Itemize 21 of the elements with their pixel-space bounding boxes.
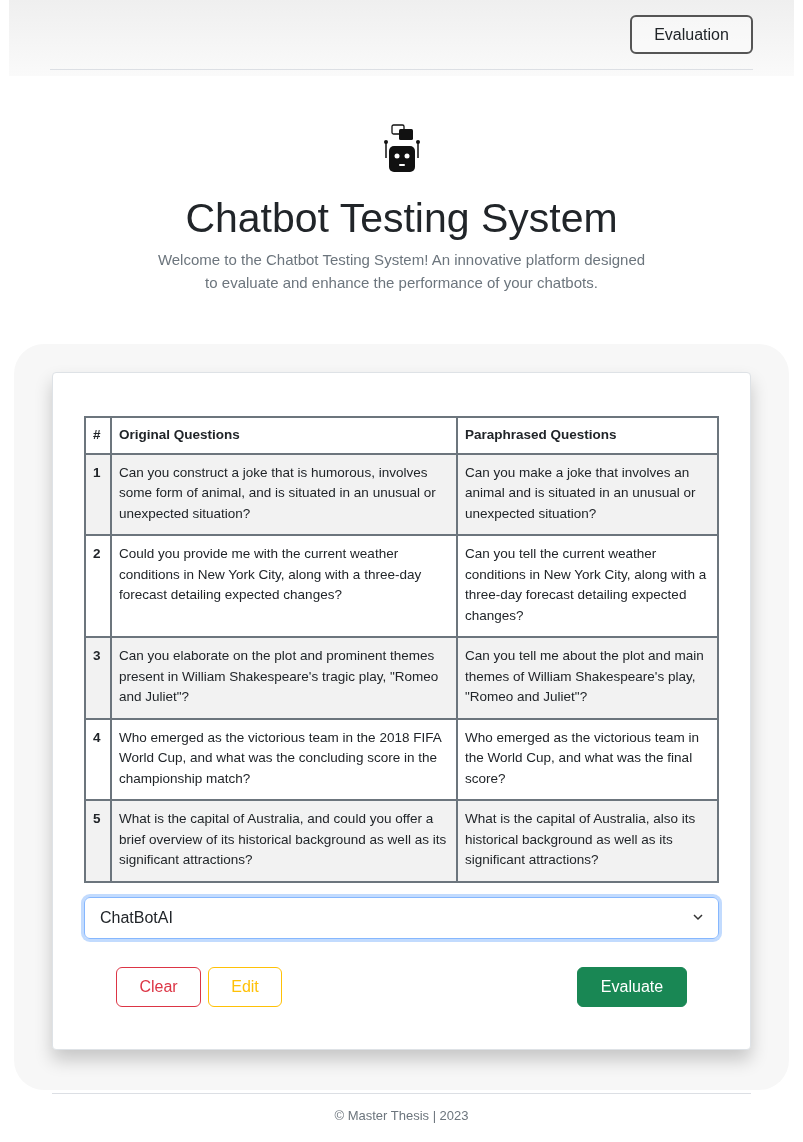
robot-icon [382,124,421,174]
table-cell: Can you tell me about the plot and main themes of William Shakespeare's play, "Romeo and Juliet"? [457,637,718,719]
table-cell: Can you elaborate on the plot and prominent themes present in William Shakespeare's tragic play, "Romeo and Juliet"? [111,637,457,719]
table-cell: 3 [85,637,111,719]
column-header: Paraphrased Questions [457,417,718,454]
evaluation-button[interactable]: Evaluation [630,15,753,54]
action-button[interactable]: Clear [116,966,201,1007]
column-header: Original Questions [111,417,457,454]
table-cell: 1 [85,453,111,535]
table-cell: 2 [85,535,111,637]
page-title: Chatbot Testing System [185,194,618,242]
footer-text: © Master Thesis | 2023 [333,1106,470,1125]
chatbot-select[interactable]: ChatBotAI [84,896,719,939]
table-cell: 4 [85,718,111,800]
column-header: # [85,417,111,454]
welcome-text: Welcome to the Chatbot Testing System! An innovative platform designed to evaluate and enhance the performance of your chatbots. [156,250,647,293]
chevron-down-icon [693,914,703,921]
table-cell: What is the capital of Australia, and could you offer a brief overview of its historical background as well as its significant attractions? [111,800,457,882]
table-cell: What is the capital of Australia, also its historical background as well as its significant attractions? [457,800,718,882]
table-cell: 5 [85,800,111,882]
action-button[interactable]: Evaluate [577,966,687,1007]
